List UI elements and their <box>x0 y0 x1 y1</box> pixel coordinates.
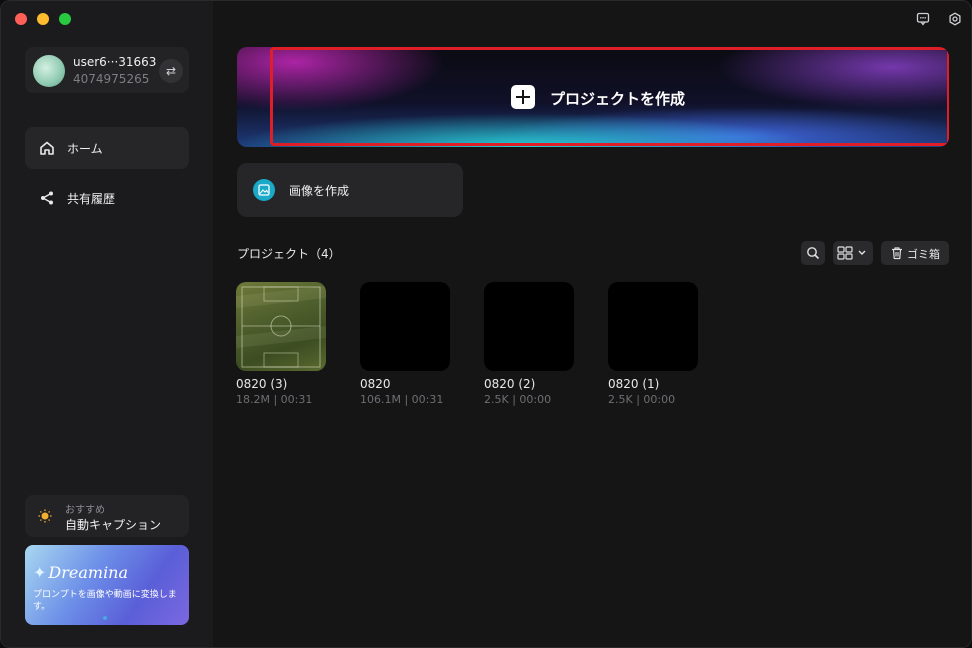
project-meta: 106.1M | 00:31 <box>360 393 444 406</box>
create-image-button[interactable]: 画像を作成 <box>237 163 463 217</box>
project-name: 0820 <box>360 377 391 391</box>
project-card[interactable]: 0820 (2) 2.5K | 00:00 <box>484 282 584 406</box>
view-mode-dropdown[interactable] <box>833 241 873 265</box>
feedback-icon[interactable] <box>916 12 930 26</box>
trash-icon <box>892 247 902 260</box>
sidebar-item-label: 共有履歴 <box>67 192 116 206</box>
dreamina-promo-banner[interactable]: ✦ Dreamina プロンプトを画像や動画に変換します。 <box>25 545 189 625</box>
search-icon <box>807 247 819 259</box>
project-thumbnail <box>360 282 450 371</box>
swap-icon: ⇄ <box>165 64 177 78</box>
project-thumbnail <box>236 282 326 371</box>
home-icon <box>40 141 54 155</box>
project-meta: 18.2M | 00:31 <box>236 393 313 406</box>
sidebar-item-label: ホーム <box>67 142 103 156</box>
user-account-card[interactable]: user6···31663 4074975265 ⇄ <box>25 47 189 93</box>
promo-description: プロンプトを画像や動画に変換します。 <box>33 590 177 612</box>
user-name: user6···31663 <box>73 55 157 69</box>
trash-button[interactable]: ゴミ箱 <box>881 241 949 265</box>
close-window-button[interactable] <box>15 13 27 25</box>
main-content: プロジェクトを作成 画像を作成 プロジェクト（4） ゴミ箱 0820 (3) 1… <box>213 1 971 647</box>
grid-view-icon <box>837 246 866 260</box>
project-thumbnail <box>484 282 574 371</box>
minimize-window-button[interactable] <box>37 13 49 25</box>
sidebar-item-share-history[interactable]: 共有履歴 <box>25 177 189 219</box>
trash-label: ゴミ箱 <box>907 248 940 261</box>
create-image-label: 画像を作成 <box>289 184 350 198</box>
dreamina-star-icon: ✦ <box>33 563 47 582</box>
recommend-title: 自動キャプション <box>65 518 162 532</box>
user-id: 4074975265 <box>73 72 150 86</box>
recommend-auto-caption[interactable]: おすすめ 自動キャプション <box>25 495 189 537</box>
image-icon <box>253 179 275 201</box>
project-card[interactable]: 0820 (3) 18.2M | 00:31 <box>236 282 336 406</box>
project-card[interactable]: 0820 (1) 2.5K | 00:00 <box>608 282 708 406</box>
project-name: 0820 (3) <box>236 377 288 391</box>
sidebar-item-home[interactable]: ホーム <box>25 127 189 169</box>
share-icon <box>41 191 53 205</box>
project-meta: 2.5K | 00:00 <box>484 393 552 406</box>
avatar <box>33 55 65 87</box>
project-name: 0820 (2) <box>484 377 536 391</box>
dreamina-logo-text: Dreamina <box>48 563 129 582</box>
dreamina-logo: ✦ Dreamina <box>33 563 128 582</box>
maximize-window-button[interactable] <box>59 13 71 25</box>
lightbulb-icon <box>38 509 52 523</box>
carousel-dot[interactable] <box>103 616 107 620</box>
create-project-banner[interactable]: プロジェクトを作成 <box>237 47 949 147</box>
project-name: 0820 (1) <box>608 377 660 391</box>
app-window: user6···31663 4074975265 ⇄ ホーム 共有履歴 おすすめ… <box>0 0 972 648</box>
soccer-field-image <box>236 286 326 368</box>
sidebar: user6···31663 4074975265 ⇄ ホーム 共有履歴 おすすめ… <box>1 1 213 647</box>
create-project-label: プロジェクトを作成 <box>550 90 686 108</box>
search-button[interactable] <box>801 241 825 265</box>
project-card[interactable]: 0820 106.1M | 00:31 <box>360 282 460 406</box>
settings-gear-icon[interactable] <box>948 12 962 26</box>
project-meta: 2.5K | 00:00 <box>608 393 676 406</box>
switch-account-button[interactable]: ⇄ <box>159 59 183 83</box>
recommend-caption: おすすめ <box>65 505 105 516</box>
projects-section-title: プロジェクト（4） <box>237 247 341 261</box>
project-thumbnail <box>608 282 698 371</box>
plus-icon <box>511 85 535 109</box>
